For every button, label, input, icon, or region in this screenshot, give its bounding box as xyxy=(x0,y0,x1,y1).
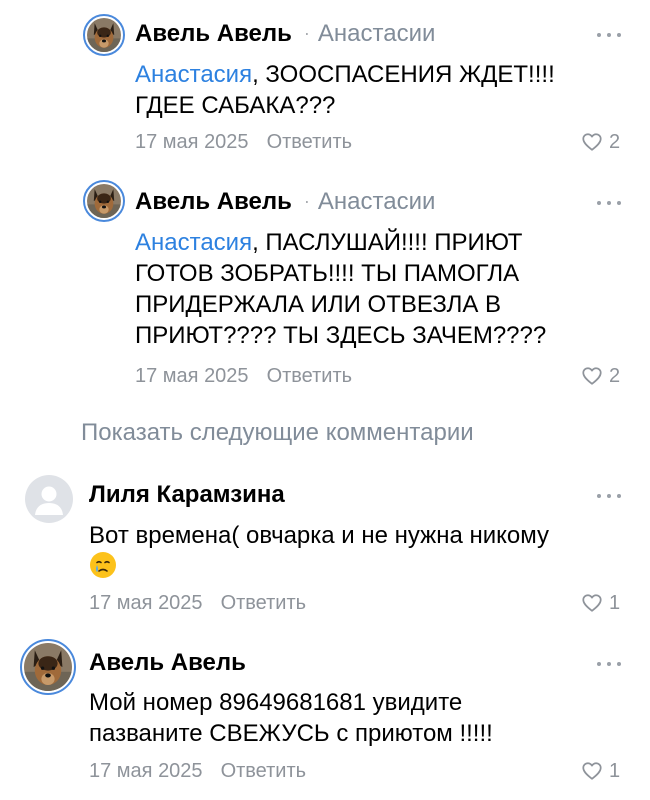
reply-button[interactable]: Ответить xyxy=(221,592,307,614)
dog-photo-icon xyxy=(24,643,72,691)
like-button[interactable]: 1 xyxy=(581,591,620,615)
like-count: 2 xyxy=(609,131,621,153)
reply-to-name[interactable]: Анастасии xyxy=(318,188,436,215)
like-count: 2 xyxy=(609,365,621,387)
comment-header: Авель Авель · Анастасии xyxy=(135,19,435,50)
comment-item: Авель Авель · Анастасии Анастасия, ПАСЛУША… xyxy=(0,170,650,400)
separator: · xyxy=(303,23,310,43)
avatar[interactable] xyxy=(20,639,76,695)
comment-date: 17 мая 2025 xyxy=(135,131,249,153)
comment-header: Авель Авель · Анастасии xyxy=(135,187,435,218)
comment-meta: 17 мая 2025 Ответить xyxy=(135,364,352,388)
more-dots-icon[interactable] xyxy=(597,198,621,208)
comment-text: Анастасия, ПАСЛУШАЙ!!!! ПРИЮТ ГОТОВ ЗОБР… xyxy=(135,229,547,349)
comment-meta: 17 мая 2025 Ответить xyxy=(89,759,306,783)
avatar[interactable] xyxy=(25,475,73,523)
comment-item: Авель Авель · Анастасии Анастасия, ЗООСПАС… xyxy=(0,0,650,170)
reply-to-name[interactable]: Анастасии xyxy=(318,20,436,47)
comment-date: 17 мая 2025 xyxy=(89,592,203,614)
reply-button[interactable]: Ответить xyxy=(221,760,307,782)
heart-outline-icon xyxy=(581,592,603,614)
like-button[interactable]: 1 xyxy=(581,759,620,783)
like-button[interactable]: 2 xyxy=(581,130,620,154)
comment-text: Мой номер 89649681681 увидите пазваните … xyxy=(89,689,493,747)
comment-item: Авель Авель Мой номер 89649681681 увидит… xyxy=(0,630,650,800)
user-placeholder-icon xyxy=(35,486,63,515)
more-dots-icon[interactable] xyxy=(597,491,621,501)
reply-button[interactable]: Ответить xyxy=(267,131,353,153)
like-count: 1 xyxy=(609,760,621,782)
dog-photo-icon xyxy=(87,18,121,52)
like-count: 1 xyxy=(609,592,621,614)
more-dots-icon[interactable] xyxy=(597,659,621,669)
avatar[interactable] xyxy=(83,180,125,222)
comment-meta: 17 мая 2025 Ответить xyxy=(89,591,306,615)
reply-button[interactable]: Ответить xyxy=(267,365,353,387)
mention-link[interactable]: Анастасия xyxy=(135,61,252,88)
author-name[interactable]: Авель Авель xyxy=(89,649,246,676)
comment-text: Анастасия, ЗООСПАСЕНИЯ ЖДЕТ!!!! ГДЕЕ САБ… xyxy=(135,61,555,119)
heart-outline-icon xyxy=(581,760,603,782)
comment-date: 17 мая 2025 xyxy=(89,760,203,782)
heart-outline-icon xyxy=(581,131,603,153)
comment-header: Авель Авель xyxy=(89,648,246,678)
author-name[interactable]: Лиля Карамзина xyxy=(89,481,285,508)
mention-link[interactable]: Анастасия xyxy=(135,229,252,256)
comment-meta: 17 мая 2025 Ответить xyxy=(135,130,352,154)
comment-item: Лиля Карамзина Вот времена( овчарка и не… xyxy=(0,470,650,630)
heart-outline-icon xyxy=(581,365,603,387)
more-dots-icon[interactable] xyxy=(597,30,621,40)
author-name[interactable]: Авель Авель xyxy=(135,20,292,47)
crying-face-emoji-icon xyxy=(90,552,116,578)
like-button[interactable]: 2 xyxy=(581,364,620,388)
separator: · xyxy=(303,191,310,211)
dog-photo-icon xyxy=(87,184,121,218)
comment-date: 17 мая 2025 xyxy=(135,365,249,387)
author-name[interactable]: Авель Авель xyxy=(135,188,292,215)
avatar[interactable] xyxy=(83,14,125,56)
comment-header: Лиля Карамзина xyxy=(89,480,285,510)
comment-text: Вот времена( овчарка и не нужна никому xyxy=(89,520,549,582)
show-more-comments-link[interactable]: Показать следующие комментарии xyxy=(81,418,474,448)
